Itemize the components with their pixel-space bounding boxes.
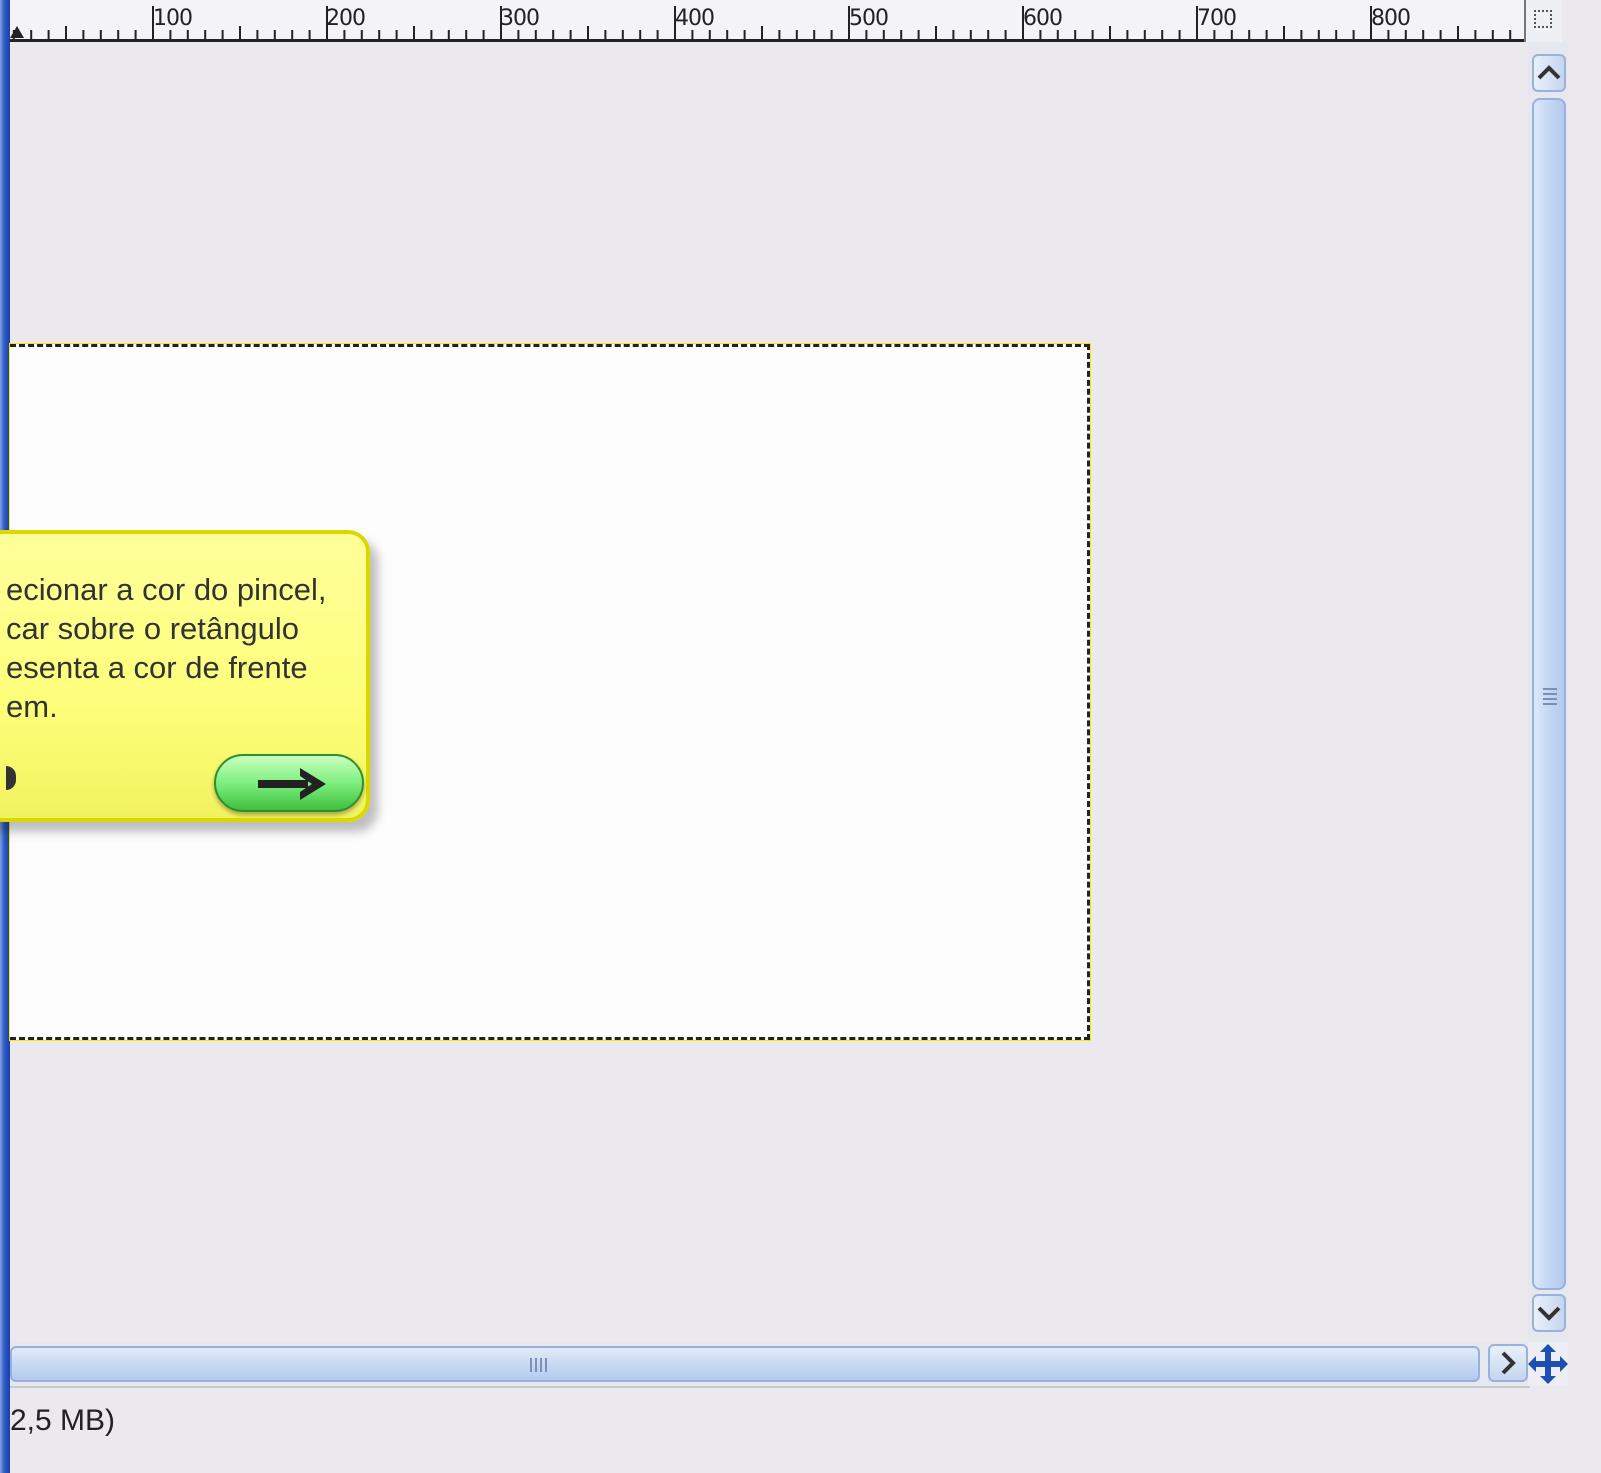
ruler-label: 400 [675, 6, 715, 31]
image-window: 100 200 300 400 500 600 700 800 ecionar … [0, 0, 1601, 1473]
horizontal-scrollbar[interactable] [10, 1342, 1528, 1386]
resize-grip[interactable] [1530, 1386, 1570, 1473]
scroll-grip [530, 1358, 550, 1372]
zoom-selection-icon [1534, 10, 1552, 28]
navigate-button[interactable] [1528, 1342, 1568, 1386]
tooltip-line: em. [6, 689, 58, 724]
canvas-viewport[interactable]: ecionar a cor do pincel, car sobre o ret… [0, 42, 1528, 1342]
ruler-ticks [12, 6, 1512, 40]
scroll-right-button[interactable] [1488, 1344, 1528, 1382]
arrow-right-icon [258, 768, 326, 800]
ruler-label: 700 [1197, 6, 1237, 31]
navigate-move-icon [1528, 1344, 1568, 1384]
ruler-label: 200 [326, 6, 366, 31]
status-bar: 2,5 MB) [10, 1386, 1530, 1473]
vertical-scroll-thumb[interactable] [1532, 98, 1566, 1290]
scroll-up-button[interactable] [1532, 54, 1566, 92]
tutorial-tooltip: ecionar a cor do pincel, car sobre o ret… [0, 530, 370, 822]
ruler-label: 100 [153, 6, 193, 31]
previous-button-edge[interactable] [6, 766, 16, 790]
ruler-label: 600 [1023, 6, 1063, 31]
zoom-selection-button[interactable] [1524, 0, 1562, 42]
chevron-up-icon [1537, 65, 1561, 80]
tooltip-line: ecionar a cor do pincel, [6, 572, 327, 607]
ruler-label: 500 [849, 6, 889, 31]
horizontal-ruler[interactable]: 100 200 300 400 500 600 700 800 [10, 0, 1562, 42]
chevron-down-icon [1537, 1306, 1561, 1321]
tooltip-line: esenta a cor de frente [6, 650, 308, 685]
tooltip-line: car sobre o retângulo [6, 611, 299, 646]
status-memory-text: 2,5 MB) [10, 1404, 116, 1437]
tooltip-text: ecionar a cor do pincel, car sobre o ret… [6, 570, 366, 726]
ruler-origin-marker [10, 26, 24, 38]
next-button[interactable] [214, 754, 364, 812]
scroll-down-button[interactable] [1532, 1294, 1566, 1332]
ruler-label: 800 [1371, 6, 1411, 31]
chevron-right-icon [1501, 1351, 1516, 1375]
horizontal-scroll-thumb[interactable] [10, 1346, 1480, 1382]
ruler-label: 300 [500, 6, 540, 31]
scroll-grip [1543, 688, 1557, 708]
vertical-scrollbar[interactable] [1528, 42, 1568, 1342]
